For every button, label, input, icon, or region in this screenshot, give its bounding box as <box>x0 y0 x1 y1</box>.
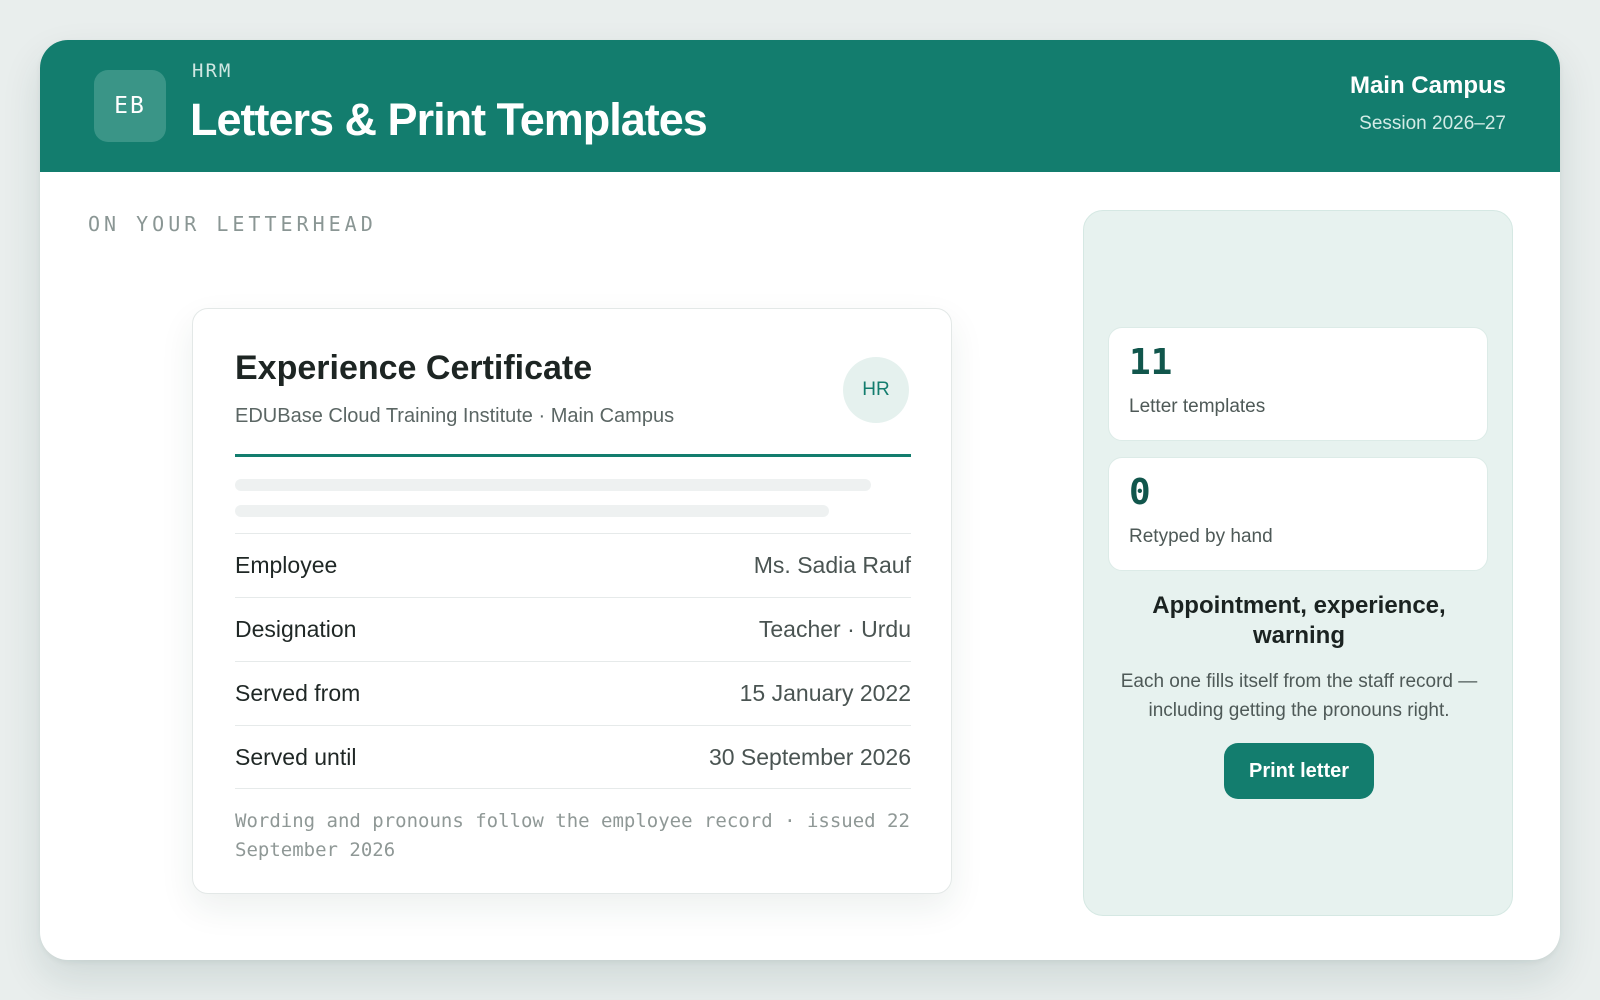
text-placeholder-line <box>235 479 871 491</box>
stat-value: 0 <box>1129 472 1151 513</box>
stat-label: Retyped by hand <box>1129 526 1273 547</box>
certificate-subtitle: EDUBase Cloud Training Institute · Main … <box>235 405 675 427</box>
field-label: Designation <box>235 616 357 642</box>
section-label: ON YOUR LETTERHEAD <box>88 212 377 236</box>
hr-badge: HR <box>843 357 909 423</box>
panel-description: Each one fills itself from the staff rec… <box>1120 671 1478 721</box>
campus-name[interactable]: Main Campus <box>1350 72 1506 100</box>
stat-card-retyped: 0 Retyped by hand <box>1108 457 1488 571</box>
field-value: Teacher · Urdu <box>758 616 911 642</box>
certificate-preview: Experience Certificate EDUBase Cloud Tra… <box>192 308 952 894</box>
header-bar: EB HRM Letters & Print Templates Main Ca… <box>40 40 1560 172</box>
panel-heading: Appointment, experience, warning <box>1152 592 1446 649</box>
field-label: Served from <box>235 680 361 706</box>
field-row-served-from: Served from 15 January 2022 <box>235 661 911 725</box>
text-placeholder-line <box>235 505 829 517</box>
stat-value: 11 <box>1129 342 1173 383</box>
stat-card-templates: 11 Letter templates <box>1108 327 1488 441</box>
field-value: Ms. Sadia Rauf <box>753 552 911 578</box>
field-value: 30 September 2026 <box>708 743 911 770</box>
field-value: 15 January 2022 <box>739 680 911 706</box>
field-label: Served until <box>235 743 357 770</box>
page-title: Letters & Print Templates <box>190 94 708 145</box>
app-logo[interactable]: EB <box>94 70 166 142</box>
module-label: HRM <box>192 60 233 82</box>
field-row-designation: Designation Teacher · Urdu <box>235 597 911 661</box>
session-label: Session 2026–27 <box>1359 113 1506 134</box>
certificate-title: Experience Certificate <box>235 349 593 387</box>
field-row-served-until: Served until 30 September 2026 <box>235 725 911 789</box>
print-letter-button[interactable]: Print letter <box>1224 743 1374 799</box>
field-label: Employee <box>235 552 338 578</box>
certificate-fields: Employee Ms. Sadia Rauf Designation Teac… <box>235 533 911 789</box>
side-panel: 11 Letter templates 0 Retyped by hand Ap… <box>1083 210 1513 916</box>
certificate-divider <box>235 454 911 457</box>
app-window: EB HRM Letters & Print Templates Main Ca… <box>40 40 1560 960</box>
stat-label: Letter templates <box>1129 396 1266 417</box>
certificate-footnote: Wording and pronouns follow the employee… <box>235 810 910 861</box>
field-row-employee: Employee Ms. Sadia Rauf <box>235 533 911 597</box>
